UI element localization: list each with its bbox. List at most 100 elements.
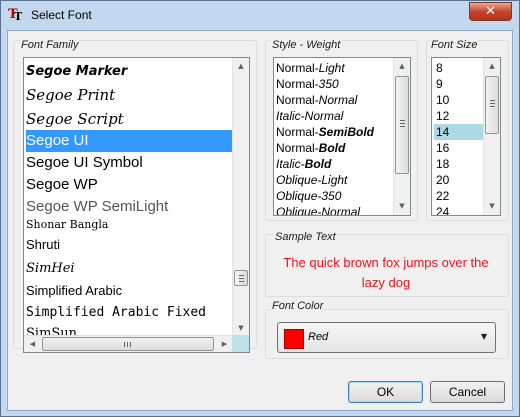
weight-part: Normal: [304, 109, 344, 123]
window-title: Select Font: [31, 8, 92, 22]
style-weight-item[interactable]: Italic-Normal: [276, 108, 343, 124]
grip-line: [239, 275, 244, 276]
style-part: Oblique-: [276, 173, 322, 187]
style-weight-item[interactable]: Normal-Light: [276, 60, 345, 76]
style-weight-item[interactable]: Italic-Bold: [276, 156, 331, 172]
font-size-item[interactable]: 14: [434, 124, 483, 140]
style-weight-item[interactable]: Normal-SemiBold: [276, 124, 374, 140]
font-size-item[interactable]: 8: [434, 60, 483, 76]
style-weight-item[interactable]: Normal-Normal: [276, 92, 357, 108]
style-weight-label: Style - Weight: [271, 39, 342, 51]
select-font-dialog: TT Select Font ✕ Font Family Segoe Marke…: [0, 0, 520, 417]
scroll-down-arrow-icon[interactable]: ▼: [394, 198, 410, 215]
font-size-item[interactable]: 22: [434, 188, 483, 204]
weight-part: SemiBold: [318, 125, 375, 139]
style-part: Normal-: [276, 61, 319, 75]
scroll-up-arrow-icon[interactable]: ▲: [394, 58, 410, 75]
font-family-scroll-thumb[interactable]: [234, 270, 248, 286]
weight-part: Bold: [304, 157, 332, 171]
sample-text-group: The quick brown fox jumps over the lazy …: [265, 234, 509, 297]
weight-part: 350: [321, 189, 342, 203]
scroll-up-arrow-icon[interactable]: ▲: [233, 58, 249, 75]
style-weight-item[interactable]: Normal-Bold: [276, 140, 345, 156]
grip-line: [400, 120, 405, 121]
style-weight-item[interactable]: Oblique-Normal: [276, 204, 361, 216]
font-family-item[interactable]: Simplified Arabic Fixed: [26, 302, 206, 324]
font-size-scroll-thumb[interactable]: [485, 76, 499, 134]
close-icon: ✕: [485, 4, 496, 19]
font-family-item[interactable]: Segoe WP SemiLight: [26, 196, 168, 218]
font-size-item[interactable]: 10: [434, 92, 483, 108]
font-family-item[interactable]: Segoe Marker: [26, 62, 127, 82]
font-family-item[interactable]: Segoe UI: [26, 130, 232, 152]
font-family-item[interactable]: SimHei: [26, 258, 75, 280]
font-family-item[interactable]: Segoe WP: [26, 174, 98, 196]
chevron-down-icon: ▼: [481, 332, 488, 341]
font-family-hscroll-thumb[interactable]: [42, 337, 214, 351]
font-size-list[interactable]: 8 9 10 12 14 16 18 20 22 24 ▲ ▼: [431, 57, 501, 216]
style-weight-item[interactable]: Normal-350: [276, 76, 339, 92]
font-size-item[interactable]: 9: [434, 76, 483, 92]
style-part: Italic-: [276, 109, 305, 123]
font-family-item[interactable]: Shruti: [26, 234, 60, 256]
close-button[interactable]: ✕: [469, 2, 512, 21]
font-color-dropdown[interactable]: Red ▼: [277, 322, 496, 353]
scroll-left-arrow-icon[interactable]: ◀: [24, 336, 41, 352]
font-size-label: Font Size: [430, 39, 479, 51]
style-weight-scroll-thumb[interactable]: [395, 76, 409, 174]
style-part: Normal-: [276, 125, 319, 139]
style-weight-vscrollbar[interactable]: ▲ ▼: [393, 58, 410, 215]
dialog-client-area: Font Family Segoe Marker Segoe Print Segoe…: [7, 30, 513, 411]
font-family-label: Font Family: [20, 39, 80, 51]
sample-text-label: Sample Text: [274, 231, 337, 243]
font-family-item[interactable]: Segoe Print: [26, 84, 115, 106]
scroll-up-arrow-icon[interactable]: ▲: [484, 58, 500, 75]
style-part: Oblique-: [276, 189, 322, 203]
grip-line: [130, 342, 131, 347]
weight-part: Light: [321, 173, 348, 187]
grip-line: [400, 123, 405, 124]
font-family-vscrollbar[interactable]: ▲ ▼: [232, 58, 249, 337]
style-weight-item[interactable]: Oblique-Light: [276, 172, 347, 188]
sample-text-preview: The quick brown fox jumps over the lazy …: [283, 255, 489, 290]
font-size-item[interactable]: 20: [434, 172, 483, 188]
grip-line: [490, 106, 495, 107]
ok-button[interactable]: OK: [348, 381, 423, 403]
grip-line: [124, 342, 125, 347]
font-color-label: Font Color: [271, 300, 325, 312]
grip-line: [400, 126, 405, 127]
font-size-item[interactable]: 24: [434, 204, 483, 215]
font-size-item[interactable]: 18: [434, 156, 483, 172]
font-family-item[interactable]: Simplified Arabic: [26, 280, 122, 302]
weight-part: Normal: [318, 93, 358, 107]
grip-line: [239, 281, 244, 282]
weight-part: Bold: [318, 141, 346, 155]
font-family-hscrollbar[interactable]: ◀ ▶: [24, 335, 233, 352]
font-family-list[interactable]: Segoe Marker Segoe Print Segoe Script Segoe…: [23, 57, 250, 353]
style-part: Oblique-: [276, 205, 322, 216]
font-family-item[interactable]: Shonar Bangla: [26, 216, 108, 234]
scroll-down-arrow-icon[interactable]: ▼: [484, 198, 500, 215]
style-part: Normal-: [276, 141, 319, 155]
cancel-button[interactable]: Cancel: [430, 381, 505, 403]
style-weight-list[interactable]: Normal-Light Normal-350 Normal-Normal Itali…: [273, 57, 411, 216]
font-size-vscrollbar[interactable]: ▲ ▼: [483, 58, 500, 215]
weight-part: 350: [318, 77, 339, 91]
font-color-value: Red: [308, 331, 329, 343]
scroll-right-arrow-icon[interactable]: ▶: [216, 336, 233, 352]
font-size-item[interactable]: 16: [434, 140, 483, 156]
style-weight-item[interactable]: Oblique-350: [276, 188, 341, 204]
font-family-item[interactable]: Segoe Script: [26, 108, 124, 130]
weight-part: Normal: [321, 205, 361, 216]
font-size-item[interactable]: 12: [434, 108, 483, 124]
weight-part: Light: [318, 61, 345, 75]
style-part: Normal-: [276, 93, 319, 107]
style-part: Italic-: [276, 157, 305, 171]
font-family-item[interactable]: Segoe UI Symbol: [26, 152, 143, 174]
style-part: Normal-: [276, 77, 319, 91]
title-bar[interactable]: TT Select Font ✕: [1, 1, 519, 30]
color-swatch: [284, 329, 304, 349]
grip-line: [239, 278, 244, 279]
grip-line: [490, 103, 495, 104]
scroll-corner: [232, 335, 249, 352]
